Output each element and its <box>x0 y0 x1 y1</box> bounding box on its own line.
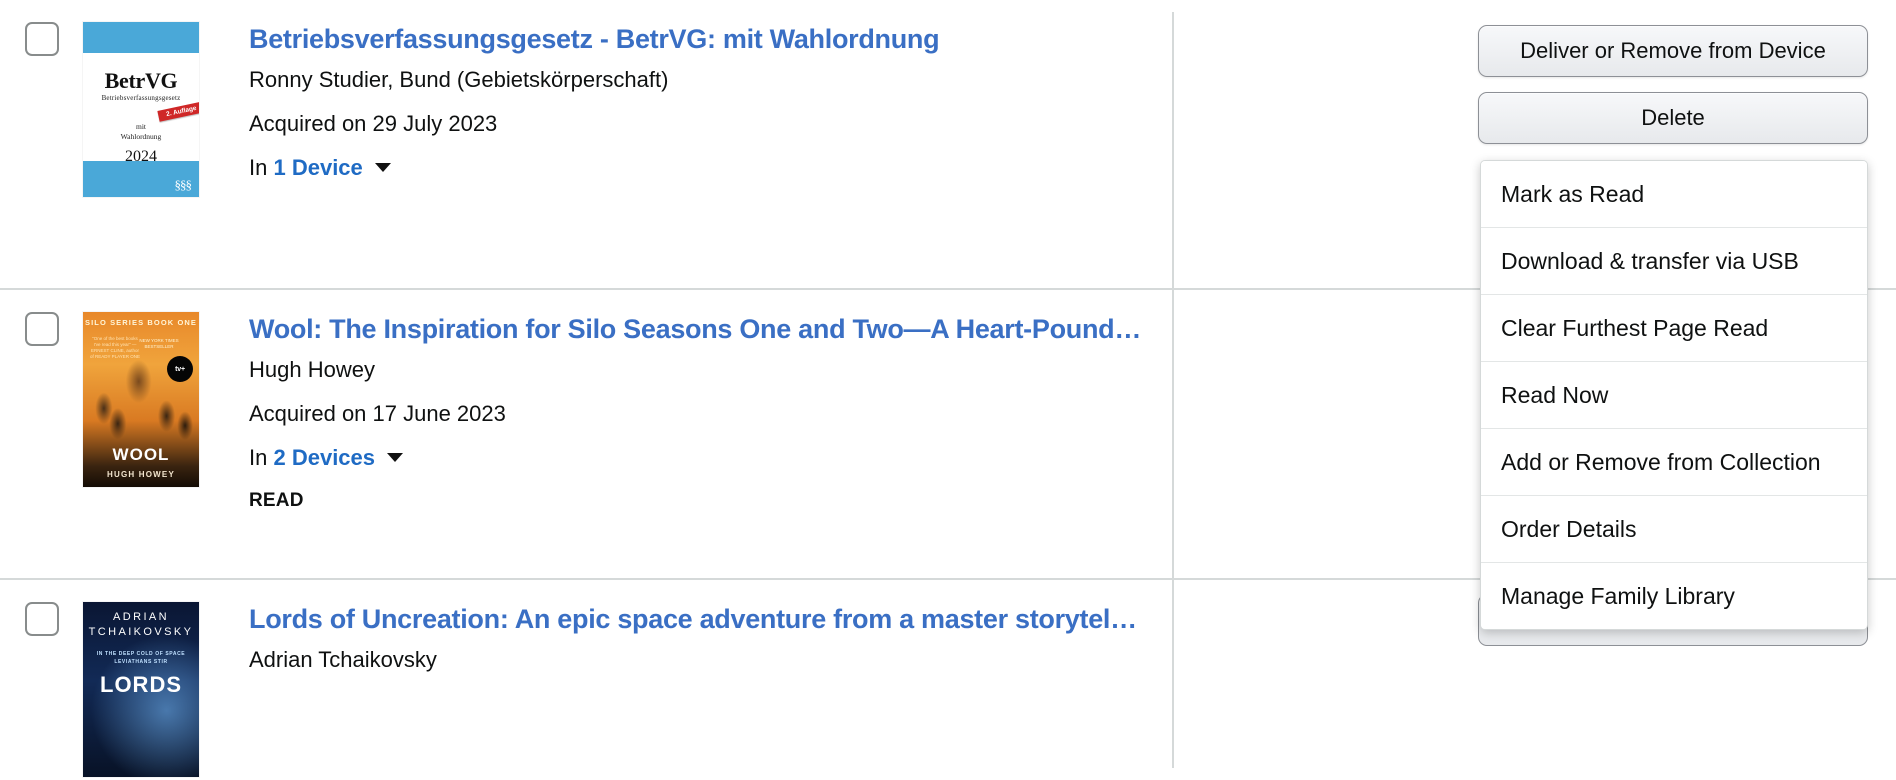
book-info: Betriebsverfassungsgesetz - BetrVG: mit … <box>249 0 1208 183</box>
cover-paragraph-mark-icon: §§§ <box>174 177 192 192</box>
book-acquired-date: Acquired on 17 June 2023 <box>249 401 506 426</box>
delete-button[interactable]: Delete <box>1478 92 1868 144</box>
chevron-down-icon[interactable] <box>374 163 391 172</box>
devices-count-link[interactable]: 1 Device <box>273 155 362 180</box>
cover-title-text: WOOL <box>112 445 170 464</box>
cover-tagline-line2: LEVIATHANS STIR <box>114 659 168 665</box>
menu-item-order-details[interactable]: Order Details <box>1481 496 1867 563</box>
cover-tagline-line1: IN THE DEEP COLD OF SPACE <box>96 651 186 657</box>
cover-artwork <box>83 345 199 441</box>
menu-item-mark-as-read[interactable]: Mark as Read <box>1481 161 1867 228</box>
cover-title-text: BetrVG <box>104 68 178 93</box>
book-cover-image[interactable]: ADRIAN TCHAIKOVSKY IN THE DEEP COLD OF S… <box>83 602 199 777</box>
chevron-down-icon[interactable] <box>387 453 404 462</box>
row-checkbox-cell <box>0 0 83 56</box>
row-select-checkbox[interactable] <box>24 22 59 56</box>
row-select-checkbox[interactable] <box>24 312 59 346</box>
row-checkbox-cell <box>0 580 83 636</box>
book-cover-image[interactable]: BetrVG Betriebsverfassungsgesetz 2. Aufl… <box>83 22 199 197</box>
book-cover-cell: BetrVG Betriebsverfassungsgesetz 2. Aufl… <box>83 0 249 197</box>
cover-title-text: LORDS <box>100 672 182 697</box>
book-acquired-date: Acquired on 29 July 2023 <box>249 111 498 136</box>
row-checkbox-cell <box>0 290 83 346</box>
book-info: Wool: The Inspiration for Silo Seasons O… <box>249 290 1208 512</box>
content-library-page: BetrVG Betriebsverfassungsgesetz 2. Aufl… <box>0 0 1896 780</box>
book-author: Ronny Studier, Bund (Gebietskörperschaft… <box>249 67 669 92</box>
menu-item-read-now[interactable]: Read Now <box>1481 362 1867 429</box>
cover-note-line2: Wahlordnung <box>120 132 162 141</box>
book-author: Adrian Tchaikovsky <box>249 647 437 672</box>
row-actions-panel: Deliver or Remove from Device Delete <box>1478 0 1868 144</box>
menu-item-add-remove-collection[interactable]: Add or Remove from Collection <box>1481 429 1867 496</box>
book-title-link[interactable]: Wool: The Inspiration for Silo Seasons O… <box>249 312 1184 346</box>
book-cover-cell: ADRIAN TCHAIKOVSKY IN THE DEEP COLD OF S… <box>83 580 249 777</box>
menu-item-clear-furthest-page-read[interactable]: Clear Furthest Page Read <box>1481 295 1867 362</box>
status-badge: READ <box>249 490 304 511</box>
cover-author-text: ADRIAN TCHAIKOVSKY <box>83 610 199 640</box>
cover-author-line2: TCHAIKOVSKY <box>88 626 194 638</box>
deliver-or-remove-button[interactable]: Deliver or Remove from Device <box>1478 25 1868 77</box>
book-title-link[interactable]: Lords of Uncreation: An epic space adven… <box>249 602 1184 636</box>
cover-edition-flag: 2. Auflage <box>157 101 199 122</box>
book-info: Lords of Uncreation: An epic space adven… <box>249 580 1208 675</box>
cover-subtitle-text: Betriebsverfassungsgesetz <box>101 94 181 102</box>
cover-tagline: IN THE DEEP COLD OF SPACE LEVIATHANS STI… <box>83 650 199 666</box>
book-devices-row: In 1 Device <box>249 153 1184 183</box>
cover-author-line1: ADRIAN <box>113 611 169 623</box>
cover-author-text: HUGH HOWEY <box>107 470 175 479</box>
book-cover-cell: SILO SERIES BOOK ONE "One of the best bo… <box>83 290 249 487</box>
book-author: Hugh Howey <box>249 357 375 382</box>
cover-series-banner: SILO SERIES BOOK ONE <box>84 318 197 327</box>
book-devices-row: In 2 Devices <box>249 443 1184 473</box>
cover-top-band <box>83 22 199 53</box>
menu-item-download-transfer-usb[interactable]: Download & transfer via USB <box>1481 228 1867 295</box>
actions-dropdown-menu: Mark as Read Download & transfer via USB… <box>1480 160 1868 630</box>
cover-note-line1: mit <box>135 122 146 131</box>
cover-note: mit Wahlordnung <box>83 122 199 142</box>
row-select-checkbox[interactable] <box>24 602 59 636</box>
book-title-link[interactable]: Betriebsverfassungsgesetz - BetrVG: mit … <box>249 22 1184 56</box>
menu-item-manage-family-library[interactable]: Manage Family Library <box>1481 563 1867 629</box>
devices-prefix-label: In <box>249 155 268 180</box>
devices-count-link[interactable]: 2 Devices <box>273 445 375 470</box>
devices-prefix-label: In <box>249 445 268 470</box>
book-cover-image[interactable]: SILO SERIES BOOK ONE "One of the best bo… <box>83 312 199 487</box>
